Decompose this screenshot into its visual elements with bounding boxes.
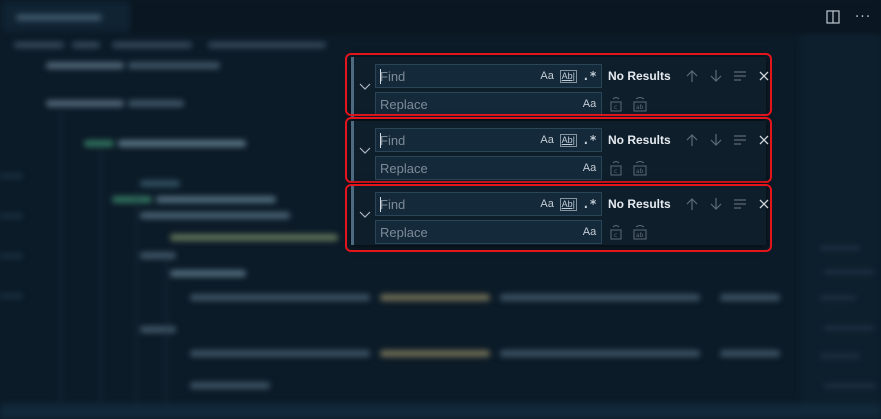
toggle-replace-button[interactable] bbox=[356, 185, 374, 245]
whole-word-icon[interactable]: Ab| bbox=[559, 69, 577, 83]
find-in-selection-button[interactable] bbox=[730, 194, 750, 214]
next-match-button[interactable] bbox=[706, 130, 726, 150]
arrow-up-icon bbox=[686, 70, 698, 82]
match-count: No Results bbox=[608, 133, 671, 147]
find-in-selection-icon bbox=[734, 199, 746, 209]
previous-match-button[interactable] bbox=[682, 66, 702, 86]
match-count: No Results bbox=[608, 197, 671, 211]
match-case-icon[interactable]: Aa bbox=[540, 68, 555, 84]
svg-text:c: c bbox=[614, 232, 617, 239]
chevron-down-icon bbox=[359, 147, 371, 154]
svg-text:c: c bbox=[614, 168, 617, 175]
replace-button[interactable]: c bbox=[606, 158, 626, 178]
tab-strip bbox=[0, 0, 881, 34]
find-replace-widget: Aa Ab| .* No Results Aa bbox=[351, 121, 769, 181]
svg-text:ab: ab bbox=[636, 168, 644, 175]
find-replace-widget: Aa Ab| .* No Results Aa bbox=[351, 185, 769, 245]
arrow-up-icon bbox=[686, 198, 698, 210]
find-input[interactable] bbox=[376, 66, 526, 86]
find-in-selection-icon bbox=[734, 135, 746, 145]
split-editor-icon[interactable] bbox=[823, 7, 843, 27]
replace-all-icon: ab bbox=[633, 161, 647, 176]
svg-text:ab: ab bbox=[636, 104, 644, 111]
text-caret bbox=[380, 69, 381, 84]
arrow-down-icon bbox=[710, 134, 722, 146]
regex-icon[interactable]: .* bbox=[582, 132, 597, 148]
replace-all-icon: ab bbox=[633, 225, 647, 240]
replace-all-button[interactable]: ab bbox=[630, 222, 650, 242]
close-button[interactable] bbox=[754, 130, 774, 150]
close-button[interactable] bbox=[754, 194, 774, 214]
replace-input[interactable] bbox=[376, 222, 526, 242]
more-actions-label: ··· bbox=[854, 9, 872, 25]
replace-icon: c bbox=[610, 161, 622, 176]
text-caret bbox=[380, 197, 381, 212]
editor-actions: ··· bbox=[823, 0, 881, 34]
replace-all-icon: ab bbox=[633, 97, 647, 112]
whole-word-icon[interactable]: Ab| bbox=[559, 197, 577, 211]
more-actions-icon[interactable]: ··· bbox=[853, 7, 873, 27]
find-in-selection-button[interactable] bbox=[730, 66, 750, 86]
preserve-case-icon[interactable]: Aa bbox=[582, 160, 597, 176]
preserve-case-icon[interactable]: Aa bbox=[582, 224, 597, 240]
close-icon bbox=[759, 135, 769, 145]
chevron-down-icon bbox=[359, 83, 371, 90]
replace-icon: c bbox=[610, 225, 622, 240]
toggle-replace-button[interactable] bbox=[356, 121, 374, 181]
svg-text:c: c bbox=[614, 104, 617, 111]
svg-text:ab: ab bbox=[636, 232, 644, 239]
regex-icon[interactable]: .* bbox=[582, 196, 597, 212]
match-count: No Results bbox=[608, 69, 671, 83]
chevron-down-icon bbox=[359, 211, 371, 218]
close-icon bbox=[759, 71, 769, 81]
find-input-box[interactable]: Aa Ab| .* bbox=[375, 64, 602, 88]
find-in-selection-button[interactable] bbox=[730, 130, 750, 150]
regex-icon[interactable]: .* bbox=[582, 68, 597, 84]
close-button[interactable] bbox=[754, 66, 774, 86]
find-input[interactable] bbox=[376, 130, 526, 150]
match-case-icon[interactable]: Aa bbox=[540, 132, 555, 148]
replace-input-box[interactable]: Aa bbox=[375, 220, 602, 244]
arrow-down-icon bbox=[710, 198, 722, 210]
match-case-icon[interactable]: Aa bbox=[540, 196, 555, 212]
next-match-button[interactable] bbox=[706, 66, 726, 86]
previous-match-button[interactable] bbox=[682, 194, 702, 214]
editor-tab bbox=[2, 2, 130, 32]
next-match-button[interactable] bbox=[706, 194, 726, 214]
bottom-panel-edge bbox=[0, 404, 881, 419]
replace-all-button[interactable]: ab bbox=[630, 94, 650, 114]
replace-input[interactable] bbox=[376, 158, 526, 178]
find-replace-widget: Aa Ab| .* No Results Aa bbox=[351, 57, 769, 117]
replace-input-box[interactable]: Aa bbox=[375, 156, 602, 180]
replace-button[interactable]: c bbox=[606, 222, 626, 242]
replace-all-button[interactable]: ab bbox=[630, 158, 650, 178]
previous-match-button[interactable] bbox=[682, 130, 702, 150]
text-caret bbox=[380, 133, 381, 148]
arrow-up-icon bbox=[686, 134, 698, 146]
whole-word-icon[interactable]: Ab| bbox=[559, 133, 577, 147]
find-input[interactable] bbox=[376, 194, 526, 214]
replace-icon: c bbox=[610, 97, 622, 112]
replace-input[interactable] bbox=[376, 94, 526, 114]
toggle-replace-button[interactable] bbox=[356, 57, 374, 117]
arrow-down-icon bbox=[710, 70, 722, 82]
find-input-box[interactable]: Aa Ab| .* bbox=[375, 192, 602, 216]
close-icon bbox=[759, 199, 769, 209]
preserve-case-icon[interactable]: Aa bbox=[582, 96, 597, 112]
replace-button[interactable]: c bbox=[606, 94, 626, 114]
find-in-selection-icon bbox=[734, 71, 746, 81]
minimap[interactable] bbox=[800, 34, 881, 419]
find-input-box[interactable]: Aa Ab| .* bbox=[375, 128, 602, 152]
replace-input-box[interactable]: Aa bbox=[375, 92, 602, 116]
